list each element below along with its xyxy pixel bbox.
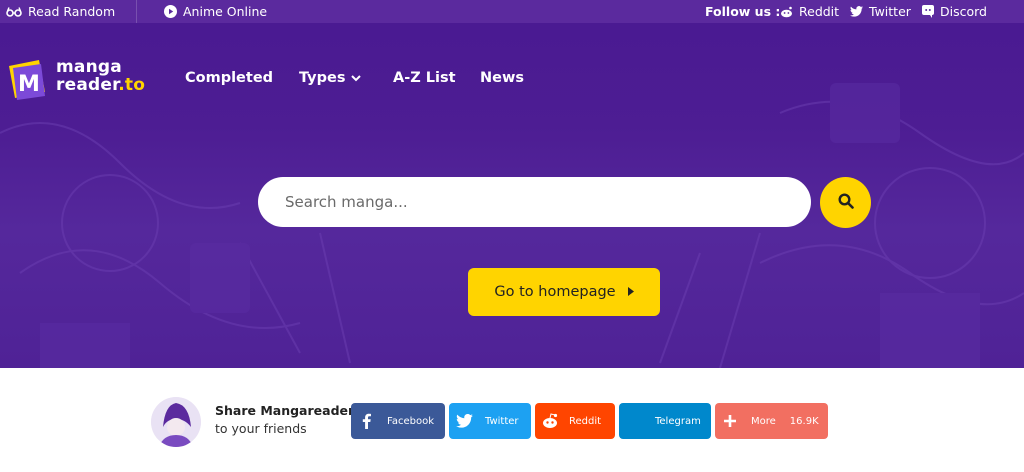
hero-section: M manga reader.to Completed Types A-Z Li… xyxy=(0,23,1024,368)
discord-link[interactable]: Discord xyxy=(922,0,987,23)
caret-right-icon xyxy=(627,284,634,300)
top-bar: Read Random Anime Online Follow us : Red… xyxy=(0,0,1024,23)
share-telegram-button[interactable]: Telegram xyxy=(619,403,711,439)
share-more-label: More xyxy=(751,415,776,427)
search-button[interactable] xyxy=(820,177,871,228)
glasses-icon xyxy=(6,6,22,18)
reddit-link[interactable]: Reddit xyxy=(780,0,839,23)
discord-label: Discord xyxy=(940,4,987,19)
play-circle-icon xyxy=(164,5,177,18)
twitter-link[interactable]: Twitter xyxy=(850,0,911,23)
chevron-down-icon xyxy=(351,70,362,86)
nav-completed[interactable]: Completed xyxy=(185,67,273,89)
share-title: Share Mangareader xyxy=(215,403,355,418)
share-subtitle: to your friends xyxy=(215,421,307,436)
plus-icon xyxy=(715,415,745,427)
reddit-icon xyxy=(780,6,793,18)
share-more-button[interactable]: More 16.9K xyxy=(715,403,828,439)
share-reddit-label: Reddit xyxy=(569,415,602,427)
logo-reader: reader xyxy=(56,75,119,95)
nav-news[interactable]: News xyxy=(480,67,524,89)
logo-to: .to xyxy=(118,75,146,95)
logo-mark-icon: M xyxy=(9,60,45,100)
share-twitter-label: Twitter xyxy=(485,415,519,427)
twitter-icon xyxy=(850,6,863,17)
telegram-icon xyxy=(619,414,649,428)
logo-wordmark: manga reader.to xyxy=(56,58,145,94)
reddit-icon xyxy=(535,413,565,429)
avatar xyxy=(151,397,201,447)
svg-text:M: M xyxy=(18,72,40,97)
share-count: 16.9K xyxy=(789,415,819,427)
share-facebook-label: Facebook xyxy=(387,415,434,427)
twitter-label: Twitter xyxy=(869,4,911,19)
share-facebook-button[interactable]: Facebook xyxy=(351,403,445,439)
search-icon xyxy=(837,192,854,213)
search-box xyxy=(258,177,811,227)
divider xyxy=(136,0,137,23)
go-to-homepage-button[interactable]: Go to homepage xyxy=(468,268,660,316)
reddit-label: Reddit xyxy=(799,4,840,19)
site-logo[interactable]: M manga reader.to xyxy=(5,56,145,104)
logo-line2: reader.to xyxy=(56,76,145,94)
anime-online-label: Anime Online xyxy=(183,4,268,19)
logo-line1: manga xyxy=(56,57,122,77)
nav-types-label: Types xyxy=(299,70,346,86)
nav-types[interactable]: Types xyxy=(299,67,362,89)
share-section: Share Mangareader to your friends Facebo… xyxy=(0,368,1024,472)
anime-online-link[interactable]: Anime Online xyxy=(164,0,267,23)
follow-us-label: Follow us : xyxy=(705,4,781,19)
nav-az-list[interactable]: A-Z List xyxy=(393,67,456,89)
share-avatar-icon xyxy=(151,397,201,447)
search-input[interactable] xyxy=(285,193,811,211)
discord-icon xyxy=(922,5,934,18)
go-to-homepage-label: Go to homepage xyxy=(494,284,616,300)
share-reddit-button[interactable]: Reddit xyxy=(535,403,615,439)
share-telegram-label: Telegram xyxy=(655,415,701,427)
read-random-link[interactable]: Read Random xyxy=(6,0,115,23)
nav-az-list-label: A-Z List xyxy=(393,70,456,86)
twitter-icon xyxy=(449,414,479,428)
share-twitter-button[interactable]: Twitter xyxy=(449,403,531,439)
nav-news-label: News xyxy=(480,70,524,86)
read-random-label: Read Random xyxy=(28,4,116,19)
nav-completed-label: Completed xyxy=(185,70,274,86)
facebook-icon xyxy=(351,413,381,429)
